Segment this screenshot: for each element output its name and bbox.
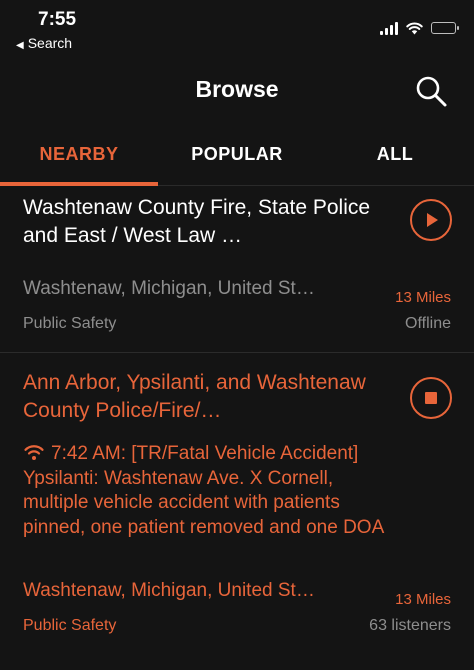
page-title: Browse <box>195 76 279 102</box>
wifi-icon <box>406 22 423 34</box>
feed-category: Public Safety <box>23 315 117 332</box>
feed-card[interactable]: Washtenaw County Fire, State Police and … <box>0 186 474 352</box>
feed-title: Washtenaw County Fire, State Police and … <box>23 196 371 247</box>
feed-card-live[interactable]: Ann Arbor, Ypsilanti, and Washtenaw Coun… <box>0 353 474 670</box>
feed-listeners: 63 listeners <box>369 617 451 634</box>
search-button[interactable] <box>414 74 448 108</box>
feed-location: Washtenaw, Michigan, United St… <box>23 580 315 601</box>
status-icons <box>380 20 459 36</box>
play-button[interactable] <box>410 199 452 241</box>
feed-title: Ann Arbor, Ypsilanti, and Washtenaw Coun… <box>23 371 366 422</box>
back-to-search-link[interactable]: ◀ Search <box>16 35 72 51</box>
feed-distance: 13 Miles <box>395 591 451 608</box>
status-bar: 7:55 ◀ Search <box>0 0 474 56</box>
status-time: 7:55 <box>38 9 77 30</box>
back-triangle-icon: ◀ <box>16 40 24 51</box>
cellular-signal-icon <box>380 21 398 35</box>
feed-alert-update: 7:42 AM: [TR/Fatal Vehicle Accident] Yps… <box>23 442 403 540</box>
stop-icon <box>425 392 437 404</box>
alert-text: 7:42 AM: [TR/Fatal Vehicle Accident] Yps… <box>23 443 385 538</box>
feed-location: Washtenaw, Michigan, United St… <box>23 278 315 299</box>
play-icon <box>427 213 438 227</box>
back-label: Search <box>27 35 73 51</box>
tab-popular[interactable]: POPULAR <box>158 144 316 165</box>
feed-status: Offline <box>405 315 451 332</box>
battery-icon <box>431 22 459 34</box>
browse-tabs: NEARBY POPULAR ALL <box>0 130 474 186</box>
feed-category: Public Safety <box>23 617 117 634</box>
stop-button[interactable] <box>410 377 452 419</box>
feed-distance: 13 Miles <box>395 289 451 306</box>
nav-bar: Browse <box>0 62 474 118</box>
tab-nearby[interactable]: NEARBY <box>0 144 158 165</box>
tab-all[interactable]: ALL <box>316 144 474 165</box>
broadcast-wifi-icon <box>24 445 44 460</box>
